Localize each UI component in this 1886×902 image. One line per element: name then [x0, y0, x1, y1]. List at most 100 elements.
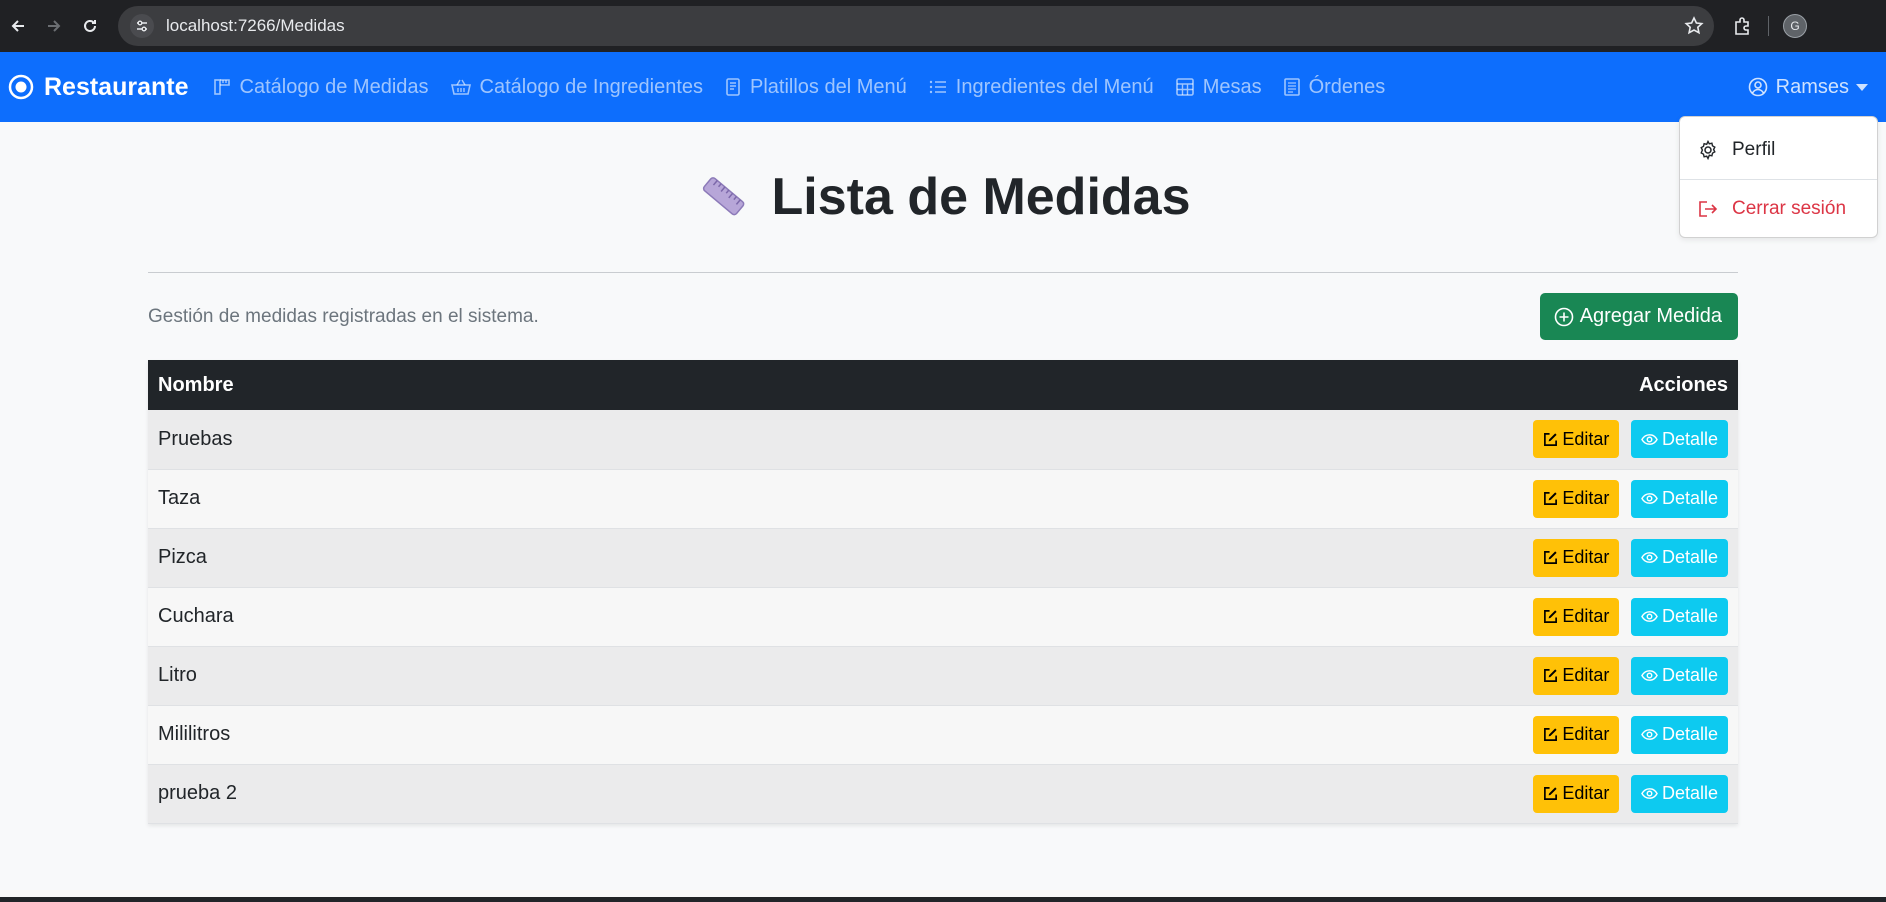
nav-item-label[interactable]: Ingredientes del Menú — [956, 76, 1154, 99]
eye-icon — [1641, 788, 1658, 799]
table-row: Mililitros Editar Detalle — [148, 705, 1738, 764]
page-header: Lista de Medidas — [148, 122, 1738, 272]
profile-avatar[interactable]: G — [1783, 14, 1807, 38]
nav-item-mesas[interactable]: Mesas — [1175, 76, 1262, 99]
add-medida-button[interactable]: Agregar Medida — [1539, 293, 1738, 340]
nav-item-catalogo-ingredientes[interactable]: Catálogo de Ingredientes — [450, 76, 704, 99]
nav-item-label[interactable]: Platillos del Menú — [750, 76, 907, 99]
table-row: Taza Editar Detalle — [148, 469, 1738, 528]
detail-button[interactable]: Detalle — [1630, 656, 1728, 695]
bookmark-star-icon[interactable] — [1674, 16, 1714, 36]
detail-label[interactable]: Detalle — [1662, 429, 1718, 450]
detail-label[interactable]: Detalle — [1662, 547, 1718, 568]
list-icon — [929, 80, 946, 94]
cell-nombre: Pruebas — [158, 427, 233, 450]
column-header-nombre: Nombre — [158, 373, 234, 396]
extensions-icon[interactable] — [1722, 16, 1762, 36]
nav-item-label[interactable]: Catálogo de Medidas — [240, 76, 429, 99]
browser-toolbar: localhost:7266/Medidas G — [0, 0, 1886, 52]
table-row: Litro Editar Detalle — [148, 646, 1738, 705]
table-row: prueba 2 Editar Detalle — [148, 764, 1738, 823]
nav-item-label[interactable]: Mesas — [1203, 76, 1262, 99]
edit-button[interactable]: Editar — [1533, 656, 1620, 695]
profile-button[interactable]: G — [1775, 14, 1815, 38]
nav-item-ingredientes-menu[interactable]: Ingredientes del Menú — [929, 76, 1154, 99]
site-settings-icon[interactable] — [130, 14, 154, 38]
detail-label[interactable]: Detalle — [1662, 724, 1718, 745]
page-toolbar: Gestión de medidas registradas en el sis… — [148, 273, 1738, 360]
cell-nombre: Mililitros — [158, 723, 231, 745]
eye-icon — [1641, 670, 1658, 681]
edit-label[interactable]: Editar — [1562, 606, 1609, 627]
url-text[interactable]: localhost:7266/Medidas — [166, 16, 1674, 36]
nav-menu: Catálogo de Medidas Catálogo de Ingredie… — [213, 76, 1408, 99]
nav-item-platillos[interactable]: Platillos del Menú — [725, 76, 907, 99]
edit-label[interactable]: Editar — [1562, 547, 1609, 568]
user-dropdown-menu: Perfil Cerrar sesión — [1679, 116, 1878, 238]
detail-button[interactable]: Detalle — [1630, 538, 1728, 577]
edit-label[interactable]: Editar — [1562, 783, 1609, 804]
table-header-row: Nombre Acciones — [148, 360, 1738, 410]
cell-acciones: Editar Detalle — [650, 764, 1738, 823]
cell-acciones: Editar Detalle — [650, 646, 1738, 705]
detail-button[interactable]: Detalle — [1630, 774, 1728, 813]
pencil-square-icon — [1544, 551, 1558, 564]
edit-label[interactable]: Editar — [1562, 429, 1609, 450]
edit-button[interactable]: Editar — [1533, 538, 1620, 577]
menu-item-label[interactable]: Perfil — [1732, 139, 1775, 161]
menu-item-logout[interactable]: Cerrar sesión — [1680, 182, 1877, 236]
logout-icon — [1699, 201, 1718, 217]
menu-item-perfil[interactable]: Perfil — [1680, 123, 1877, 177]
cell-acciones: Editar Detalle — [650, 410, 1738, 469]
user-menu-toggle[interactable]: Ramses — [1748, 52, 1868, 122]
gear-icon — [1700, 140, 1716, 160]
table-row: Pizca Editar Detalle — [148, 528, 1738, 587]
detail-label[interactable]: Detalle — [1662, 488, 1718, 509]
brand-name[interactable]: Restaurante — [44, 73, 189, 102]
table-row: Pruebas Editar Detalle — [148, 410, 1738, 469]
edit-button[interactable]: Editar — [1533, 420, 1620, 459]
detail-label[interactable]: Detalle — [1662, 606, 1718, 627]
detail-label[interactable]: Detalle — [1662, 783, 1718, 804]
detail-button[interactable]: Detalle — [1630, 420, 1728, 459]
eye-icon — [1641, 729, 1658, 740]
receipt-icon — [1283, 78, 1300, 96]
user-name[interactable]: Ramses — [1776, 76, 1849, 99]
forward-icon[interactable] — [36, 8, 72, 44]
table-icon — [1175, 78, 1194, 96]
edit-label[interactable]: Editar — [1562, 724, 1609, 745]
nav-item-catalogo-medidas[interactable]: Catálogo de Medidas — [213, 76, 429, 99]
basket-icon — [450, 79, 471, 95]
pencil-square-icon — [1544, 787, 1558, 800]
app-navbar: Restaurante Catálogo de Medidas Catálogo… — [0, 52, 1886, 122]
edit-label[interactable]: Editar — [1562, 488, 1609, 509]
detail-button[interactable]: Detalle — [1630, 715, 1728, 754]
detail-button[interactable]: Detalle — [1630, 597, 1728, 636]
pencil-square-icon — [1544, 492, 1558, 505]
edit-label[interactable]: Editar — [1562, 665, 1609, 686]
nav-item-label[interactable]: Órdenes — [1309, 76, 1386, 99]
back-icon[interactable] — [0, 8, 36, 44]
toolbar-divider — [1768, 16, 1769, 36]
detail-label[interactable]: Detalle — [1662, 665, 1718, 686]
edit-button[interactable]: Editar — [1533, 479, 1620, 518]
nav-item-label[interactable]: Catálogo de Ingredientes — [480, 76, 704, 99]
edit-button[interactable]: Editar — [1533, 774, 1620, 813]
pencil-square-icon — [1544, 669, 1558, 682]
reload-icon[interactable] — [72, 8, 108, 44]
cell-acciones: Editar Detalle — [650, 705, 1738, 764]
cell-nombre: Taza — [158, 487, 201, 509]
brand-link[interactable]: Restaurante — [8, 73, 189, 102]
eye-icon — [1641, 552, 1658, 563]
edit-button[interactable]: Editar — [1533, 715, 1620, 754]
detail-button[interactable]: Detalle — [1630, 479, 1728, 518]
nav-item-ordenes[interactable]: Órdenes — [1283, 76, 1386, 99]
person-circle-icon — [1748, 77, 1767, 97]
edit-button[interactable]: Editar — [1533, 597, 1620, 636]
cell-acciones: Editar Detalle — [650, 469, 1738, 528]
ruler-icon — [213, 79, 230, 95]
add-button-label[interactable]: Agregar Medida — [1580, 305, 1722, 328]
address-bar[interactable]: localhost:7266/Medidas — [118, 6, 1714, 46]
main-content: Lista de Medidas Gestión de medidas regi… — [148, 122, 1738, 824]
menu-item-label[interactable]: Cerrar sesión — [1732, 198, 1846, 220]
